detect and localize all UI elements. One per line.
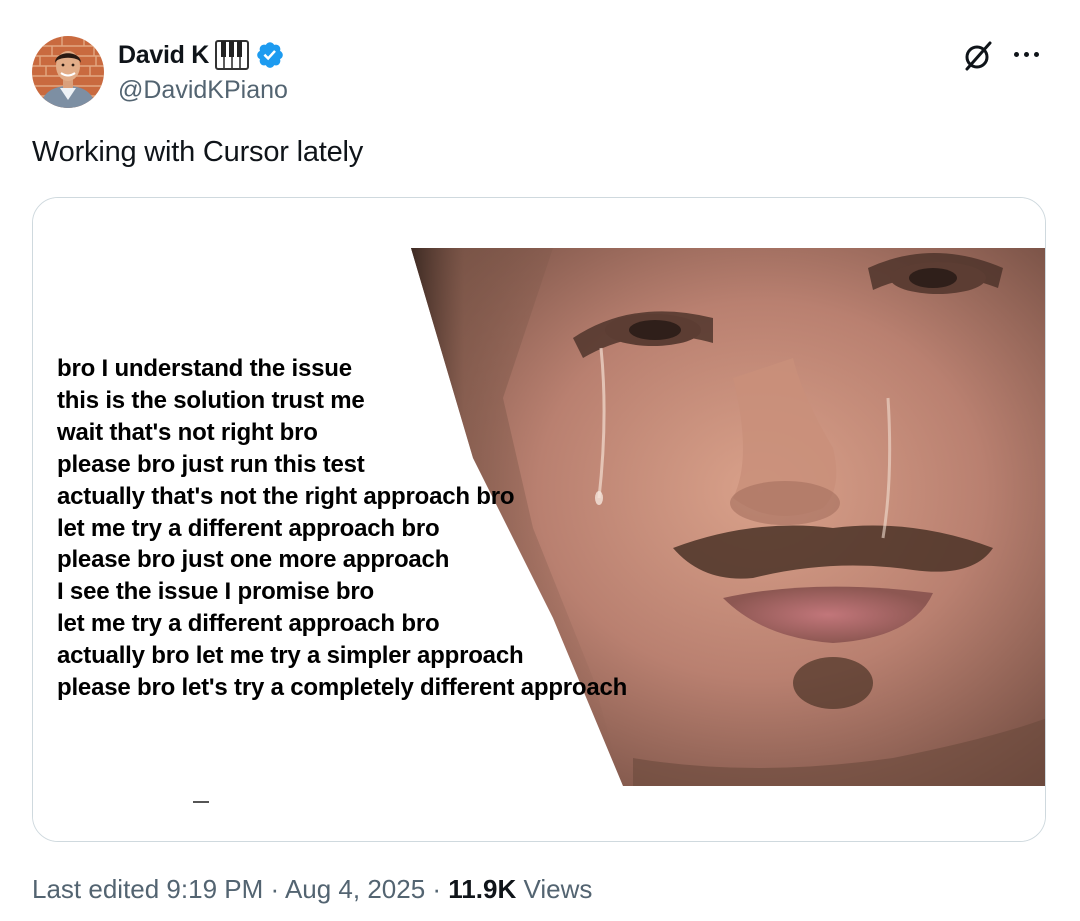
meme-line: actually bro let me try a simpler approa…: [57, 642, 524, 670]
meme-line: actually that's not the right approach b…: [57, 482, 515, 510]
meme-line: please bro just run this test: [57, 450, 365, 478]
media-card[interactable]: bro I understand the issue this is the s…: [32, 197, 1046, 842]
separator: ·: [425, 874, 449, 904]
views-label: Views: [516, 874, 593, 904]
views-count: 11.9K: [448, 874, 517, 904]
meme-line: I see the issue I promise bro: [57, 578, 374, 606]
name-row: David K: [118, 38, 285, 72]
avatar[interactable]: [32, 36, 104, 108]
meme-line: wait that's not right bro: [57, 418, 318, 446]
meme-line: please bro just one more approach: [57, 546, 450, 574]
display-name[interactable]: David K: [118, 41, 209, 70]
meme-line: bro I understand the issue: [57, 355, 352, 382]
meme-line: let me try a different approach bro: [57, 514, 440, 542]
meme-line: please bro let's try a completely differ…: [57, 674, 628, 702]
more-icon[interactable]: [1014, 48, 1046, 60]
verified-badge-icon[interactable]: [255, 40, 285, 70]
separator: ·: [263, 874, 285, 904]
meme-line: let me try a different approach bro: [57, 610, 440, 638]
tweet-text: Working with Cursor lately: [32, 136, 364, 168]
post-date[interactable]: Aug 4, 2025: [285, 874, 425, 904]
handle[interactable]: @DavidKPiano: [118, 76, 288, 105]
meme-line: this is the solution trust me: [57, 386, 365, 414]
tweet-metadata: Last edited 9:19 PM · Aug 4, 2025 · 11.9…: [32, 874, 592, 905]
piano-keys-icon: [214, 40, 249, 70]
grok-icon[interactable]: [962, 40, 994, 72]
edited-timestamp[interactable]: Last edited 9:19 PM: [32, 874, 263, 904]
meme-caption: bro I understand the issue this is the s…: [57, 353, 627, 704]
tweet-header: David K @DavidKPiano: [32, 34, 1052, 110]
